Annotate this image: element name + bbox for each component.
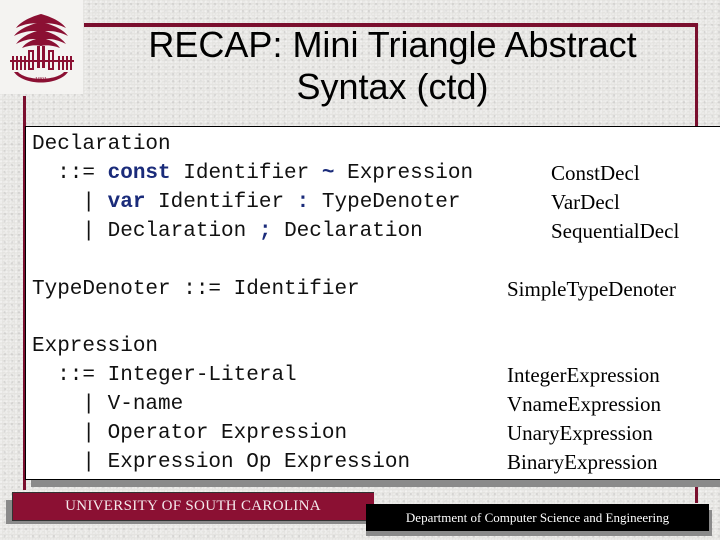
expression-rule: | V-name <box>32 393 184 416</box>
expression-rule: | Operator Expression <box>32 422 348 445</box>
rule-text: Declaration <box>107 220 259 243</box>
keyword-token: var <box>107 191 146 214</box>
ast-class-name: ConstDecl <box>551 161 640 185</box>
declaration-rule: | Declaration ; Declaration <box>32 217 423 246</box>
declaration-head: Declaration <box>32 133 171 156</box>
rule-text: Identifier <box>145 191 297 214</box>
rule-operator: | <box>32 191 108 214</box>
grammar-content-box: Declaration ::= const Identifier ~ Expre… <box>25 126 720 480</box>
expression-head: Expression <box>32 335 159 358</box>
palmetto-seal-icon: 1801 <box>10 14 74 83</box>
rule-operator: ::= <box>32 162 108 185</box>
university-banner: UNIVERSITY OF SOUTH CAROLINA <box>12 492 374 521</box>
typedenoter-ast-name: SimpleTypeDenoter <box>507 277 676 301</box>
ast-class-name: UnaryExpression <box>507 421 653 445</box>
ast-class-name: VnameExpression <box>507 392 661 416</box>
keyword-token: ~ <box>321 162 335 185</box>
svg-text:1801: 1801 <box>35 77 47 83</box>
ast-class-name: BinaryExpression <box>507 450 658 474</box>
department-banner: Department of Computer Science and Engin… <box>366 504 709 531</box>
expression-rule: | Expression Op Expression <box>32 451 411 474</box>
declaration-rule: | var Identifier : TypeDenoter <box>32 188 461 217</box>
rule-text: Expression <box>334 162 474 185</box>
typedenoter-rule: TypeDenoter ::= Identifier <box>32 278 360 301</box>
keyword-token: const <box>107 162 171 185</box>
expression-rule: ::= Integer-Literal <box>32 364 297 387</box>
rule-text: TypeDenoter <box>309 191 461 214</box>
ast-class-name: SequentialDecl <box>551 219 680 243</box>
slide-title: RECAP: Mini Triangle Abstract Syntax (ct… <box>95 24 690 108</box>
university-logo: 1801 <box>0 0 83 94</box>
rule-text: Identifier <box>170 162 322 185</box>
declaration-rule: ::= const Identifier ~ Expression <box>32 159 473 188</box>
keyword-token: ; <box>258 220 272 243</box>
slide-title-line1: RECAP: Mini Triangle Abstract <box>148 24 637 65</box>
rule-text: Declaration <box>271 220 423 243</box>
slide-title-line2: Syntax (ctd) <box>296 66 489 107</box>
ast-class-name: IntegerExpression <box>507 363 660 387</box>
rule-operator: | <box>32 220 108 243</box>
keyword-token: : <box>296 191 310 214</box>
ast-class-name: VarDecl <box>551 190 620 214</box>
